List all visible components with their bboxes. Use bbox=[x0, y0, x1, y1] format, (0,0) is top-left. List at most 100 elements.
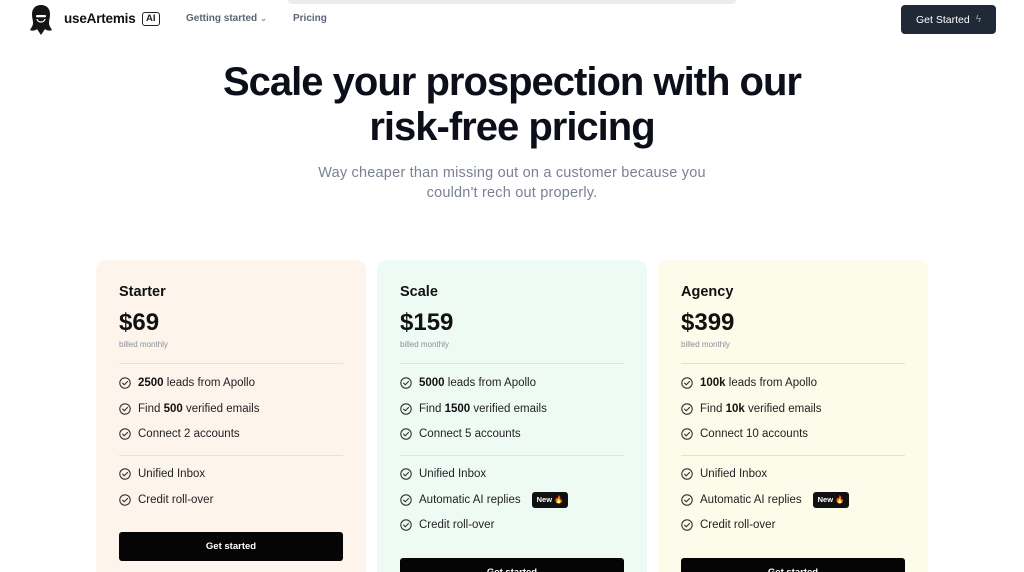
feature-emails-pre: Find bbox=[700, 403, 726, 415]
billing-period: billed monthly bbox=[400, 340, 449, 349]
check-circle-icon bbox=[119, 428, 131, 440]
feature-text: Automatic AI replies bbox=[700, 494, 802, 506]
check-circle-icon bbox=[681, 468, 693, 480]
feature-emails: Find 500 verified emails bbox=[119, 401, 259, 417]
check-circle-icon bbox=[400, 468, 412, 480]
feature-accounts-text: Connect 2 accounts bbox=[138, 428, 240, 440]
get-started-button[interactable]: Get started bbox=[681, 558, 905, 572]
new-badge: New 🔥 bbox=[812, 492, 850, 508]
get-started-header-label: Get Started bbox=[916, 13, 970, 26]
feature-text: Credit roll-over bbox=[138, 494, 214, 506]
feature-credit-rollover: Credit roll-over bbox=[119, 492, 213, 508]
page-title: Scale your prospection with our risk-fre… bbox=[0, 60, 1024, 150]
check-circle-icon bbox=[119, 468, 131, 480]
brand-name[interactable]: useArtemis bbox=[64, 11, 136, 26]
feature-unified-inbox: Unified Inbox bbox=[119, 466, 205, 482]
feature-text: Credit roll-over bbox=[700, 519, 776, 531]
site-header: useArtemis AI Getting started ⌄ Pricing G… bbox=[0, 0, 1024, 38]
title-line-1: Scale your prospection with our bbox=[223, 60, 802, 104]
get-started-button[interactable]: Get started bbox=[400, 558, 624, 572]
subtitle-line-1: Way cheaper than missing out on a custom… bbox=[318, 165, 706, 181]
feature-leads: 100k leads from Apollo bbox=[681, 375, 817, 391]
chevron-down-icon: ⌄ bbox=[260, 14, 267, 23]
feature-emails-count: 500 bbox=[163, 403, 183, 415]
feature-emails: Find 1500 verified emails bbox=[400, 401, 547, 417]
plan-card-scale: Scale $159 billed monthly 5000 leads fro… bbox=[377, 260, 647, 572]
feature-emails-text: verified emails bbox=[182, 403, 260, 415]
feature-ai-replies: Automatic AI replies New 🔥 bbox=[400, 492, 569, 508]
feature-leads: 2500 leads from Apollo bbox=[119, 375, 255, 391]
feature-text: Automatic AI replies bbox=[419, 494, 521, 506]
billing-period: billed monthly bbox=[681, 340, 730, 349]
nav-getting-started-label: Getting started bbox=[186, 13, 258, 24]
feature-emails-count: 10k bbox=[725, 403, 745, 415]
nav-getting-started[interactable]: Getting started ⌄ bbox=[186, 13, 267, 24]
new-badge: New 🔥 bbox=[531, 492, 569, 508]
divider bbox=[681, 363, 905, 364]
plan-card-starter: Starter $69 billed monthly 2500 leads fr… bbox=[96, 260, 366, 572]
plan-price: $159 bbox=[400, 309, 454, 336]
get-started-button[interactable]: Get started bbox=[119, 532, 343, 561]
check-circle-icon bbox=[681, 519, 693, 531]
feature-emails-pre: Find bbox=[419, 403, 445, 415]
feature-emails-count: 1500 bbox=[444, 403, 471, 415]
plan-price: $399 bbox=[681, 309, 735, 336]
feature-emails: Find 10k verified emails bbox=[681, 401, 821, 417]
check-circle-icon bbox=[681, 403, 693, 415]
feature-accounts-text: Connect 5 accounts bbox=[419, 428, 521, 440]
feature-leads-text: leads from Apollo bbox=[163, 377, 256, 389]
divider bbox=[400, 455, 624, 456]
feature-ai-replies: Automatic AI replies New 🔥 bbox=[681, 492, 850, 508]
check-circle-icon bbox=[681, 428, 693, 440]
feature-emails-text: verified emails bbox=[744, 403, 822, 415]
subtitle-line-2: couldn't rech out properly. bbox=[426, 185, 598, 201]
check-circle-icon bbox=[119, 377, 131, 389]
feature-text: Unified Inbox bbox=[138, 468, 206, 480]
check-circle-icon bbox=[400, 403, 412, 415]
plan-name: Scale bbox=[400, 284, 438, 300]
feature-unified-inbox: Unified Inbox bbox=[400, 466, 486, 482]
feature-unified-inbox: Unified Inbox bbox=[681, 466, 767, 482]
feature-emails-pre: Find bbox=[138, 403, 164, 415]
feature-emails-text: verified emails bbox=[470, 403, 547, 415]
feature-leads-text: leads from Apollo bbox=[444, 377, 537, 389]
plan-name: Starter bbox=[119, 284, 166, 300]
feature-accounts: Connect 5 accounts bbox=[400, 426, 521, 442]
artemis-logo-icon[interactable] bbox=[28, 4, 54, 36]
check-circle-icon bbox=[400, 519, 412, 531]
billing-period: billed monthly bbox=[119, 340, 168, 349]
get-started-header-button[interactable]: Get Started ϟ bbox=[901, 5, 996, 34]
check-circle-icon bbox=[400, 428, 412, 440]
feature-leads-count: 5000 bbox=[419, 377, 445, 389]
nav-pricing[interactable]: Pricing bbox=[293, 13, 327, 24]
ai-badge: AI bbox=[142, 12, 160, 26]
divider bbox=[119, 363, 343, 364]
feature-credit-rollover: Credit roll-over bbox=[681, 517, 775, 533]
feature-leads-text: leads from Apollo bbox=[725, 377, 818, 389]
check-circle-icon bbox=[681, 377, 693, 389]
feature-text: Unified Inbox bbox=[419, 468, 487, 480]
feature-accounts: Connect 10 accounts bbox=[681, 426, 808, 442]
divider bbox=[119, 455, 343, 456]
check-circle-icon bbox=[681, 494, 693, 506]
check-circle-icon bbox=[119, 403, 131, 415]
check-circle-icon bbox=[400, 494, 412, 506]
plan-price: $69 bbox=[119, 309, 160, 336]
plan-name: Agency bbox=[681, 284, 734, 300]
check-circle-icon bbox=[400, 377, 412, 389]
feature-leads: 5000 leads from Apollo bbox=[400, 375, 536, 391]
divider bbox=[681, 455, 905, 456]
page-subtitle: Way cheaper than missing out on a custom… bbox=[292, 163, 732, 203]
feature-accounts: Connect 2 accounts bbox=[119, 426, 240, 442]
divider bbox=[400, 363, 624, 364]
feature-accounts-text: Connect 10 accounts bbox=[700, 428, 809, 440]
feature-leads-count: 100k bbox=[700, 377, 726, 389]
bolt-icon: ϟ bbox=[975, 14, 981, 25]
plan-card-agency: Agency $399 billed monthly 100k leads fr… bbox=[658, 260, 928, 572]
feature-text: Unified Inbox bbox=[700, 468, 768, 480]
check-circle-icon bbox=[119, 494, 131, 506]
title-line-2: risk-free pricing bbox=[369, 105, 655, 149]
feature-credit-rollover: Credit roll-over bbox=[400, 517, 494, 533]
feature-leads-count: 2500 bbox=[138, 377, 164, 389]
feature-text: Credit roll-over bbox=[419, 519, 495, 531]
